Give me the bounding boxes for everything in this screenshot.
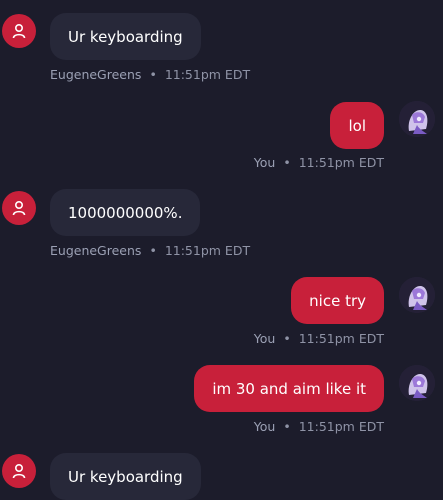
message-time: 11:51pm EDT — [298, 155, 384, 170]
message-bubble[interactable]: nice try — [291, 277, 384, 324]
message-time: 11:51pm EDT — [164, 67, 251, 82]
message-text: nice try — [309, 291, 366, 310]
user-icon — [12, 23, 26, 39]
meta-separator: • — [283, 155, 291, 170]
message-meta: EugeneGreens • 11:51pm EDT — [50, 67, 250, 82]
anime-avatar-image — [399, 365, 435, 401]
meta-separator: • — [283, 331, 291, 346]
message-author: EugeneGreens — [50, 67, 142, 82]
message-text: im 30 and aim like it — [212, 379, 366, 398]
message-meta: EugeneGreens • 11:51pm EDT — [50, 243, 250, 258]
message-meta: You • 11:51pm EDT — [254, 155, 384, 170]
message-author: You — [253, 155, 276, 170]
avatar[interactable] — [399, 277, 435, 313]
message-text: 1000000000%. — [68, 203, 183, 222]
message-author: EugeneGreens — [50, 243, 142, 258]
meta-separator: • — [149, 67, 157, 82]
message-time: 11:51pm EDT — [164, 243, 251, 258]
message-bubble[interactable]: 1000000000%. — [50, 189, 201, 236]
meta-separator: • — [283, 419, 291, 434]
message-meta: You • 11:51pm EDT — [254, 331, 384, 346]
message-text: lol — [348, 116, 366, 135]
avatar[interactable] — [399, 365, 435, 401]
message-bubble[interactable]: Ur keyboarding — [50, 453, 201, 500]
message-author: You — [253, 419, 276, 434]
message-text: Ur keyboarding — [68, 27, 183, 46]
anime-avatar-image — [399, 101, 435, 137]
message-author: You — [253, 331, 276, 346]
message-time: 11:51pm EDT — [298, 331, 384, 346]
user-icon — [12, 463, 26, 479]
avatar[interactable] — [399, 101, 435, 137]
message-time: 11:51pm EDT — [298, 419, 384, 434]
meta-separator: • — [149, 243, 157, 258]
user-avatar[interactable] — [2, 191, 36, 225]
user-avatar[interactable] — [2, 14, 36, 48]
message-bubble[interactable]: Ur keyboarding — [50, 13, 201, 60]
message-text: Ur keyboarding — [68, 467, 183, 486]
user-icon — [12, 200, 26, 216]
message-bubble[interactable]: lol — [330, 102, 384, 149]
user-avatar[interactable] — [2, 454, 36, 488]
message-bubble[interactable]: im 30 and aim like it — [194, 365, 384, 412]
message-meta: You • 11:51pm EDT — [254, 419, 384, 434]
anime-avatar-image — [399, 277, 435, 313]
